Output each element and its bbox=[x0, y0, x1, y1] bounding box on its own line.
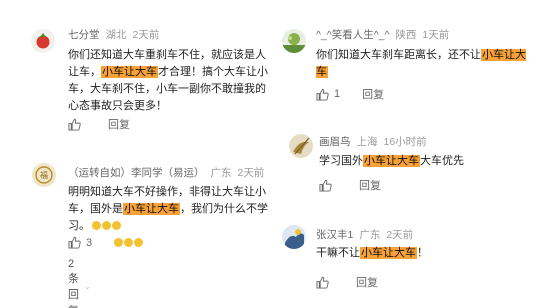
comment-text: 学习国外小车让大车大车优先 bbox=[319, 155, 464, 167]
comment-text: 干嘛不让小车让大车！ bbox=[316, 247, 428, 259]
thumbs-up-icon bbox=[316, 88, 329, 101]
comment-text: 你们知道大车刹车距离长，还不让小车让大车 bbox=[316, 49, 526, 78]
comment-actions: 回复 bbox=[319, 177, 403, 193]
username[interactable]: （运转自如）李同学（易运） bbox=[68, 165, 205, 180]
comment-actions: 回复 bbox=[316, 274, 400, 290]
comment-meta: 七分堂 湖北 2天前 bbox=[68, 27, 159, 42]
chevron-down-icon bbox=[86, 287, 89, 289]
timestamp: 1天前 bbox=[422, 29, 450, 41]
comment-actions: 回复 bbox=[68, 116, 152, 132]
emoji-icon bbox=[92, 221, 101, 230]
timestamp: 16小时前 bbox=[383, 136, 427, 148]
keyword-highlight: 小车让大车 bbox=[360, 247, 417, 259]
avatar[interactable] bbox=[282, 225, 306, 249]
comment-text: 你们还知道大车重刹车不住，就应该是人让车，小车让大车才合理！搞个大车让小车，大车… bbox=[68, 49, 268, 112]
like-button[interactable] bbox=[68, 118, 86, 131]
keyword-highlight: 小车让大车 bbox=[363, 155, 420, 167]
like-count: 1 bbox=[334, 88, 341, 100]
svg-text:福: 福 bbox=[40, 171, 48, 180]
keyword-highlight: 小车让大车 bbox=[123, 203, 180, 215]
comment-actions: 3 bbox=[68, 236, 164, 249]
comment-meta: （运转自如）李同学（易运） 广东 2天前 bbox=[68, 165, 264, 180]
view-replies-link[interactable]: 2条回复 bbox=[68, 258, 89, 308]
keyword-highlight: 小车让大车 bbox=[101, 66, 158, 78]
avatar[interactable]: 福 bbox=[32, 163, 56, 187]
like-button[interactable]: 3 bbox=[68, 236, 92, 249]
avatar[interactable] bbox=[289, 134, 313, 158]
timestamp: 2天前 bbox=[386, 229, 414, 241]
emoji-group bbox=[92, 220, 122, 232]
comment-meta: ^_^笑看人生^_^ 陕西 1天前 bbox=[316, 27, 449, 42]
region: 陕西 bbox=[395, 29, 417, 41]
emoji-icon bbox=[114, 237, 124, 247]
username[interactable]: 张汉丰1 bbox=[316, 227, 353, 242]
reply-button[interactable]: 回复 bbox=[362, 86, 384, 102]
reply-button[interactable]: 回复 bbox=[108, 116, 130, 132]
comment-text: 明明知道大车不好操作，非得让大车让小车，国外是小车让大车，我们为什么不学习。 bbox=[68, 186, 268, 232]
region: 上海 bbox=[356, 136, 378, 148]
like-button[interactable]: 1 bbox=[316, 88, 340, 101]
like-count: 3 bbox=[86, 236, 93, 249]
like-button[interactable] bbox=[319, 179, 337, 192]
comment-meta: 画眉鸟 上海 16小时前 bbox=[319, 134, 427, 149]
username[interactable]: 七分堂 bbox=[68, 27, 100, 42]
username[interactable]: 画眉鸟 bbox=[319, 134, 351, 149]
emoji-icon bbox=[134, 237, 144, 247]
thumbs-up-icon bbox=[319, 179, 332, 192]
reply-button[interactable]: 回复 bbox=[356, 274, 378, 290]
comment-actions: 1 回复 bbox=[316, 86, 406, 102]
thumbs-up-icon bbox=[68, 118, 81, 131]
region: 湖北 bbox=[105, 29, 127, 41]
comment-meta: 张汉丰1 广东 2天前 bbox=[316, 227, 413, 242]
avatar[interactable] bbox=[31, 29, 55, 53]
timestamp: 2天前 bbox=[237, 167, 265, 179]
emoji-icon bbox=[112, 221, 121, 230]
emoji-icon bbox=[102, 221, 111, 230]
emoji-icon bbox=[124, 237, 134, 247]
region: 广东 bbox=[359, 229, 381, 241]
reply-button[interactable]: 回复 bbox=[359, 177, 381, 193]
thumbs-up-icon bbox=[316, 276, 329, 289]
thumbs-up-icon bbox=[68, 236, 81, 249]
region: 广东 bbox=[210, 167, 232, 179]
username[interactable]: ^_^笑看人生^_^ bbox=[316, 27, 389, 42]
avatar[interactable] bbox=[282, 29, 306, 53]
replies-count: 2条回复 bbox=[68, 258, 79, 308]
timestamp: 2天前 bbox=[132, 29, 160, 41]
reaction-emojis bbox=[114, 237, 144, 249]
like-button[interactable] bbox=[316, 276, 334, 289]
